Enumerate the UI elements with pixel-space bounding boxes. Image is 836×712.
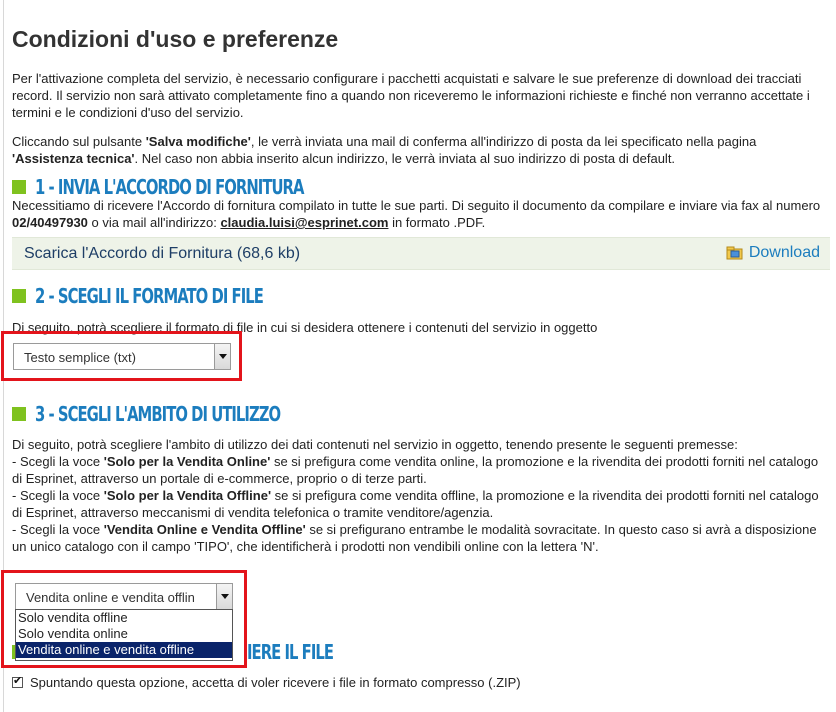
intro-paragraph: Per l'attivazione completa del servizio,…	[12, 71, 810, 120]
green-square-icon	[12, 407, 26, 421]
bullet-prefix: - Scegli la voce	[12, 488, 104, 503]
section3-intro: Di seguito, potrà scegliere l'ambito di …	[12, 437, 738, 452]
page-title: Condizioni d'uso e preferenze	[12, 26, 339, 52]
green-square-icon	[12, 180, 26, 194]
zip-checkbox-label: Spuntando questa opzione, accetta di vol…	[30, 675, 521, 690]
email-link[interactable]: claudia.luisi@esprinet.com	[220, 215, 388, 230]
download-link[interactable]: Download	[726, 244, 820, 262]
save-note-text: Cliccando sul pulsante	[12, 134, 146, 149]
zip-option-row: ✔ Spuntando questa opzione, accetta di v…	[12, 675, 521, 690]
highlight-frame	[1, 331, 242, 381]
save-note-text: , le verrà inviata una mail di conferma …	[250, 134, 757, 149]
section3-text: Di seguito, potrà scegliere l'ambito di …	[12, 436, 830, 555]
download-bar: Scarica l'Accordo di Fornitura (68,6 kb)…	[12, 237, 830, 270]
check-icon: ✔	[13, 675, 23, 687]
save-button-reference: 'Salva modifiche'	[145, 134, 251, 149]
section4-title: IERE IL FILE	[247, 640, 334, 664]
section1-text-part: in formato .PDF.	[388, 215, 486, 230]
bullet-key: 'Solo per la Vendita Online'	[103, 454, 271, 469]
bullet-key: 'Vendita Online e Vendita Offline'	[103, 522, 306, 537]
section1-text: Necessitiamo di ricevere l'Accordo di fo…	[12, 197, 830, 231]
save-note-text: . Nel caso non abbia inserito alcun indi…	[134, 151, 676, 166]
green-square-icon	[12, 289, 26, 303]
bullet-key: 'Solo per la Vendita Offline'	[103, 488, 272, 503]
support-page-reference: 'Assistenza tecnica'	[12, 151, 135, 166]
fax-number: 02/40497930	[12, 215, 88, 230]
bullet-prefix: - Scegli la voce	[12, 522, 104, 537]
section2-heading: 2 - SCEGLI IL FORMATO DI FILE	[12, 283, 343, 309]
bullet-prefix: - Scegli la voce	[12, 454, 104, 469]
section3-title: 3 - SCEGLI L'AMBITO DI UTILIZZO	[35, 402, 281, 426]
save-note-paragraph: Cliccando sul pulsante 'Salva modifiche'…	[12, 133, 830, 167]
zip-checkbox[interactable]: ✔	[12, 675, 23, 688]
download-link-label[interactable]: Download	[749, 244, 820, 262]
section2-title: 2 - SCEGLI IL FORMATO DI FILE	[35, 284, 264, 308]
section3-heading: 3 - SCEGLI L'AMBITO DI UTILIZZO	[12, 401, 366, 427]
section1-text-part: o via mail all'indirizzo:	[87, 215, 221, 230]
folder-download-icon	[726, 246, 743, 260]
section1-title: 1 - INVIA L'ACCORDO DI FORNITURA	[35, 175, 304, 199]
highlight-frame	[1, 570, 247, 668]
download-description: Scarica l'Accordo di Fornitura (68,6 kb)	[24, 245, 301, 262]
section1-text-part: Necessitiamo di ricevere l'Accordo di fo…	[12, 198, 821, 213]
